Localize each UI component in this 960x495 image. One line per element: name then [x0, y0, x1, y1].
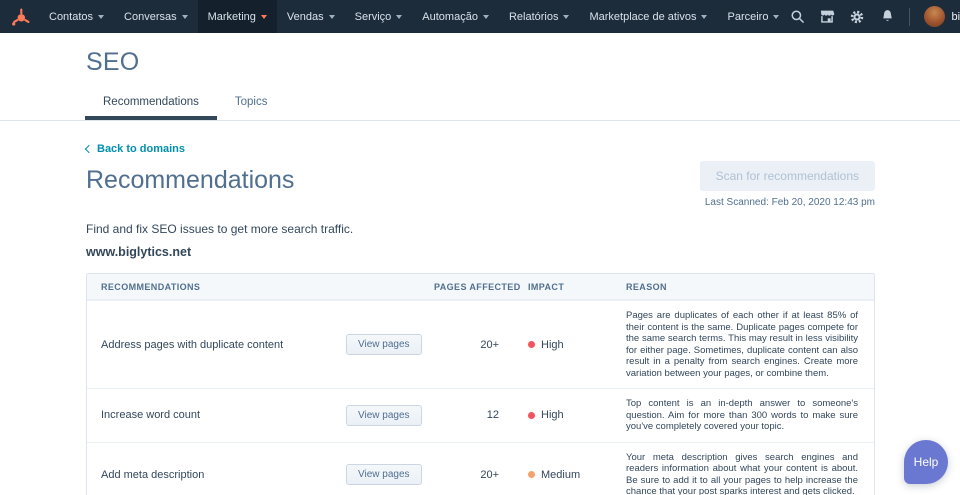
table-row: Add meta description View pages 20+ Medi… [87, 442, 874, 495]
hubspot-logo[interactable] [0, 0, 39, 33]
chevron-down-icon [98, 15, 104, 19]
column-header-pages-affected: PAGES AFFECTED [434, 282, 499, 292]
column-header-impact: IMPACT [499, 282, 626, 292]
impact-dot [528, 471, 535, 478]
chevron-down-icon [483, 15, 489, 19]
tab-topics[interactable]: Topics [217, 90, 286, 120]
nav-item-label: Marketplace de ativos [589, 11, 696, 23]
nav-item-automacao[interactable]: Automação [412, 0, 499, 33]
nav-item-contatos[interactable]: Contatos [39, 0, 114, 33]
view-pages-cell: View pages [346, 405, 434, 426]
scan-area: Scan for recommendations Last Scanned: F… [700, 161, 875, 208]
chevron-down-icon [563, 15, 569, 19]
impact-label: High [541, 339, 564, 351]
nav-item-label: Relatórios [509, 11, 559, 23]
back-link-label: Back to domains [97, 143, 185, 155]
page-content: Back to domains Recommendations Scan for… [0, 121, 960, 495]
chevron-down-icon [329, 15, 335, 19]
nav-utilities: biglytics.net [789, 0, 960, 33]
nav-item-label: Parceiro [727, 11, 768, 23]
pages-affected-value: 20+ [434, 469, 499, 481]
recommendations-table: RECOMMENDATIONS PAGES AFFECTED IMPACT RE… [86, 273, 875, 495]
chevron-down-icon [261, 15, 267, 19]
chevron-left-icon [85, 145, 93, 153]
view-pages-button[interactable]: View pages [346, 464, 422, 485]
reason-text: Top content is an in-depth answer to som… [626, 389, 874, 442]
nav-item-label: Conversas [124, 11, 177, 23]
impact-cell: Medium [499, 469, 626, 481]
domain-name: www.biglytics.net [86, 245, 875, 259]
notifications-bell-icon[interactable] [879, 9, 895, 25]
recommendation-name: Increase word count [87, 409, 346, 421]
account-name: biglytics.net [951, 11, 960, 23]
recommendation-name: Address pages with duplicate content [87, 339, 346, 351]
app-title: SEO [86, 48, 960, 77]
chevron-down-icon [773, 15, 779, 19]
app-header: SEO [0, 33, 960, 77]
chevron-down-icon [396, 15, 402, 19]
nav-item-conversas[interactable]: Conversas [114, 0, 198, 33]
impact-dot [528, 341, 535, 348]
tab-recommendations[interactable]: Recommendations [85, 90, 217, 120]
reason-text: Pages are duplicates of each other if at… [626, 301, 874, 388]
pages-affected-value: 20+ [434, 339, 499, 351]
last-scanned-text: Last Scanned: Feb 20, 2020 12:43 pm [700, 197, 875, 208]
recommendation-name: Add meta description [87, 469, 346, 481]
table-row: Address pages with duplicate content Vie… [87, 300, 874, 388]
nav-item-marketing[interactable]: Marketing [198, 0, 277, 33]
view-pages-cell: View pages [346, 464, 434, 485]
search-icon[interactable] [789, 9, 805, 25]
nav-item-parceiro[interactable]: Parceiro [717, 0, 789, 33]
view-pages-cell: View pages [346, 334, 434, 355]
scan-for-recommendations-button[interactable]: Scan for recommendations [700, 161, 875, 191]
sprocket-icon [10, 6, 31, 28]
pages-affected-value: 12 [434, 409, 499, 421]
impact-label: High [541, 409, 564, 421]
tabs-bar: Recommendations Topics [0, 90, 960, 121]
nav-item-label: Marketing [208, 11, 256, 23]
impact-label: Medium [541, 469, 580, 481]
user-avatar [924, 6, 945, 27]
table-row: Increase word count View pages 12 High T… [87, 388, 874, 442]
page-description: Find and fix SEO issues to get more sear… [86, 222, 875, 236]
help-beacon-button[interactable]: Help [904, 440, 948, 484]
settings-gear-icon[interactable] [849, 9, 865, 25]
chevron-down-icon [701, 15, 707, 19]
reason-text: Your meta description gives search engin… [626, 443, 874, 495]
nav-item-label: Contatos [49, 11, 93, 23]
top-navigation: Contatos Conversas Marketing Vendas Serv… [0, 0, 960, 33]
column-header-reason: REASON [626, 282, 874, 292]
nav-item-marketplace[interactable]: Marketplace de ativos [579, 0, 717, 33]
impact-cell: High [499, 339, 626, 351]
account-menu[interactable]: biglytics.net [924, 6, 960, 27]
back-to-domains-link[interactable]: Back to domains [86, 143, 185, 155]
nav-item-label: Vendas [287, 11, 324, 23]
page-title: Recommendations [86, 166, 294, 195]
page-header-row: Recommendations Scan for recommendations… [86, 166, 875, 208]
nav-item-vendas[interactable]: Vendas [277, 0, 345, 33]
table-header-row: RECOMMENDATIONS PAGES AFFECTED IMPACT RE… [87, 274, 874, 300]
nav-divider [909, 8, 910, 26]
chevron-down-icon [182, 15, 188, 19]
nav-item-label: Automação [422, 11, 478, 23]
view-pages-button[interactable]: View pages [346, 405, 422, 426]
column-header-recommendations: RECOMMENDATIONS [87, 282, 346, 292]
impact-cell: High [499, 409, 626, 421]
nav-item-relatorios[interactable]: Relatórios [499, 0, 580, 33]
nav-item-servico[interactable]: Serviço [345, 0, 413, 33]
nav-item-label: Serviço [355, 11, 392, 23]
impact-dot [528, 412, 535, 419]
view-pages-button[interactable]: View pages [346, 334, 422, 355]
marketplace-icon[interactable] [819, 9, 835, 25]
main-menu: Contatos Conversas Marketing Vendas Serv… [39, 0, 789, 33]
